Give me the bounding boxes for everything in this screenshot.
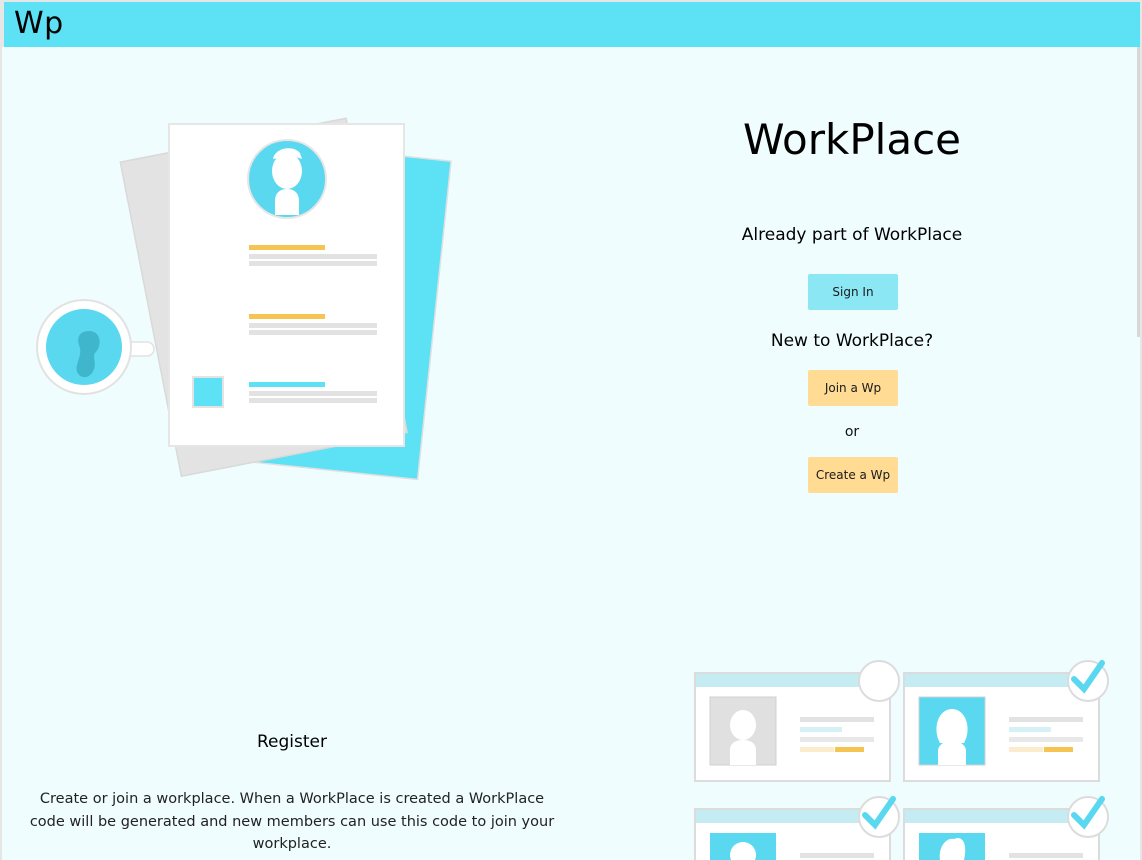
page-background: Wp WorkPlace Already part of WorkPlace S…: [0, 0, 1142, 860]
scrollbar[interactable]: [1137, 47, 1140, 337]
resume-illustration: [36, 117, 452, 480]
sign-in-button[interactable]: Sign In: [808, 274, 898, 310]
new-user-prompt: New to WorkPlace?: [770, 331, 934, 351]
register-description: Create or join a workplace. When a WorkP…: [29, 791, 555, 852]
create-wp-button[interactable]: Create a Wp: [808, 457, 898, 493]
coffee-cup-illustration: [36, 299, 155, 395]
avatar-icon: [272, 148, 302, 215]
profile-cards-illustration: [694, 660, 1109, 860]
signin-prompt: Already part of WorkPlace: [741, 225, 963, 245]
top-navbar: Wp: [2, 0, 1140, 47]
brand-logo[interactable]: Wp: [14, 6, 64, 41]
or-separator: or: [844, 424, 860, 440]
page-title: WorkPlace: [742, 115, 962, 164]
register-heading: Register: [257, 732, 327, 752]
join-wp-button[interactable]: Join a Wp: [808, 370, 898, 406]
